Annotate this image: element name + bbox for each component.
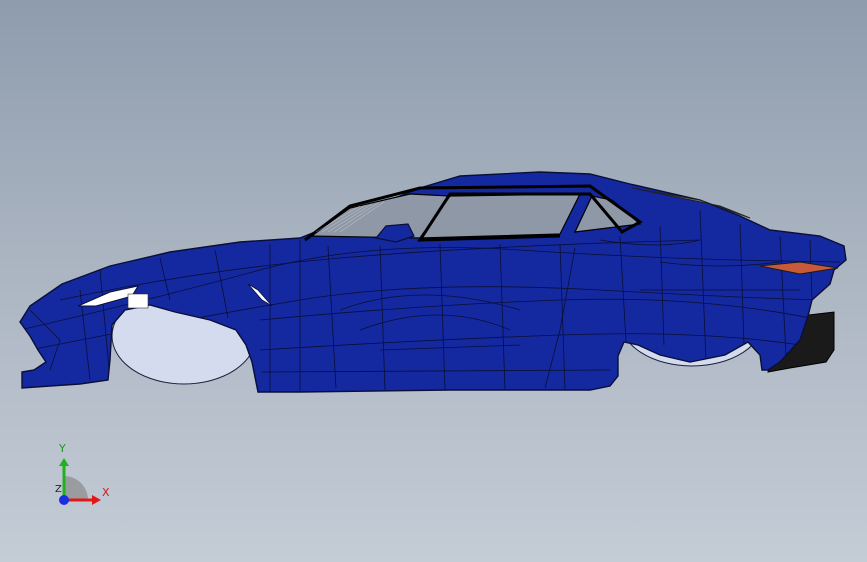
y-axis-arrowhead bbox=[59, 458, 69, 466]
graphics-viewport[interactable]: Y X Z bbox=[0, 0, 867, 562]
x-axis-label: X bbox=[102, 486, 110, 499]
z-axis-label: Z bbox=[55, 484, 62, 495]
axis-triad-graphic bbox=[59, 458, 101, 505]
triad-quadrant-arc bbox=[64, 476, 88, 500]
car-body-model[interactable] bbox=[0, 0, 867, 562]
z-axis-dot bbox=[59, 495, 69, 505]
axis-triad: Y X Z bbox=[40, 438, 120, 518]
x-axis-arrowhead bbox=[92, 495, 101, 505]
front-marker-light bbox=[127, 293, 149, 309]
y-axis-label: Y bbox=[59, 442, 66, 455]
